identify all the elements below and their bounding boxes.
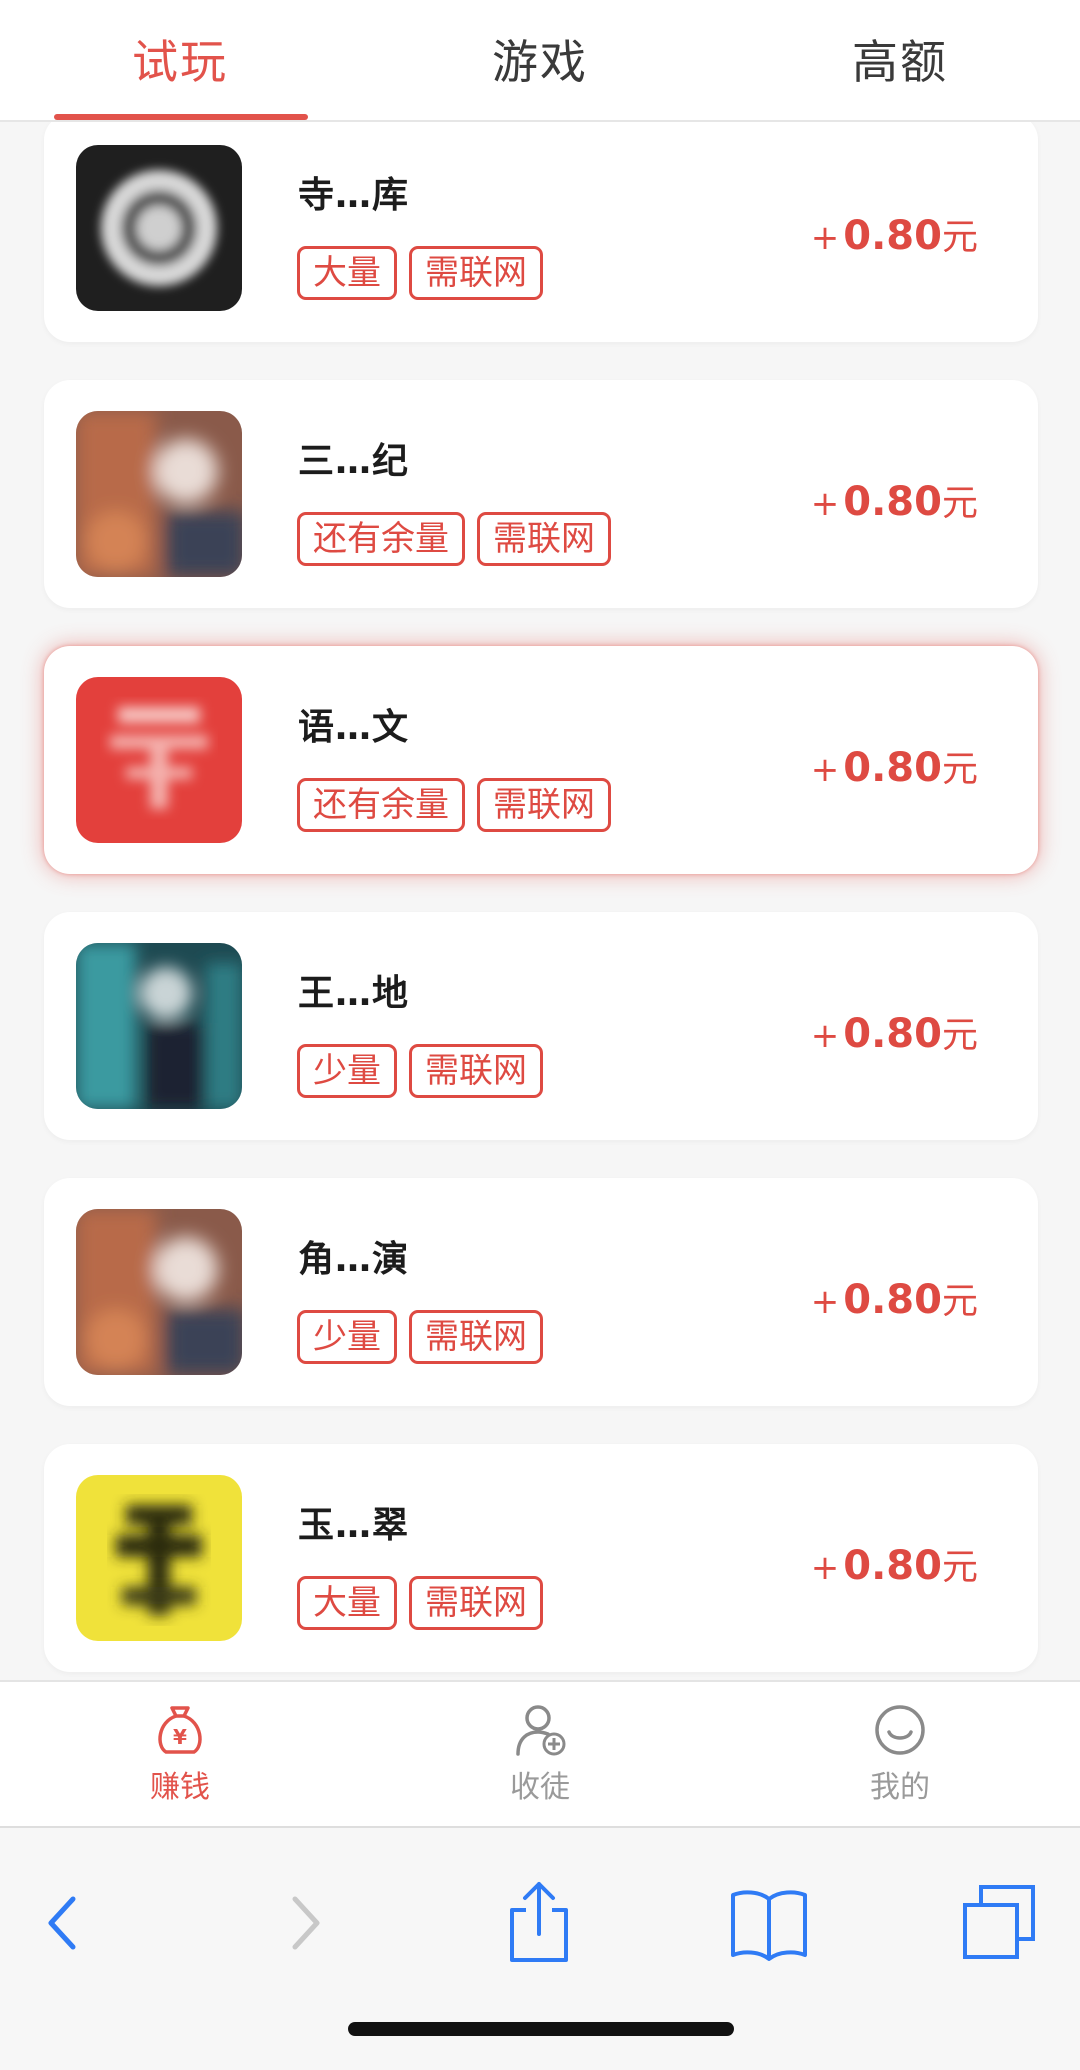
- nav-recruit[interactable]: 收徒: [440, 1702, 640, 1812]
- reward-prefix: +: [810, 1548, 840, 1588]
- app-name: 玉…翠: [298, 1505, 410, 1546]
- tag-network: 需联网: [477, 512, 611, 566]
- reward-value: 0.80: [843, 1543, 942, 1589]
- reward-prefix: +: [810, 484, 840, 524]
- reward-amount: + 0.80 元: [810, 474, 978, 525]
- reward-amount: + 0.80 元: [810, 1272, 978, 1323]
- tag-quantity: 大量: [297, 246, 397, 300]
- reward-value: 0.80: [843, 1277, 942, 1323]
- bookmarks-button[interactable]: [714, 1868, 824, 1978]
- task-card[interactable]: 角…演 少量 需联网 + 0.80 元: [44, 1178, 1038, 1406]
- svg-text:¥: ¥: [173, 1725, 187, 1749]
- reward-value: 0.80: [843, 1011, 942, 1057]
- share-icon: [510, 1882, 568, 1962]
- tag-network: 需联网: [409, 246, 543, 300]
- money-bag-icon: ¥: [158, 1706, 202, 1754]
- tag-group: 还有余量 需联网: [297, 778, 611, 832]
- reward-amount: + 0.80 元: [810, 1006, 978, 1057]
- task-card-highlighted[interactable]: 语…文 还有余量 需联网 + 0.80 元: [44, 646, 1038, 874]
- nav-mine[interactable]: 我的: [800, 1702, 1000, 1812]
- reward-unit: 元: [941, 483, 978, 524]
- reward-amount: + 0.80 元: [810, 208, 978, 259]
- tag-network: 需联网: [409, 1044, 543, 1098]
- reward-prefix: +: [810, 218, 840, 258]
- share-button[interactable]: [484, 1868, 594, 1978]
- reward-amount: + 0.80 元: [810, 1538, 978, 1589]
- red-logo-icon: [76, 677, 242, 843]
- app-name: 寺…库: [298, 175, 410, 216]
- reward-prefix: +: [810, 750, 840, 790]
- tag-group: 少量 需联网: [297, 1044, 543, 1098]
- tab-trial[interactable]: 试玩: [0, 0, 360, 118]
- tabs-button[interactable]: [944, 1868, 1054, 1978]
- reward-value: 0.80: [843, 213, 942, 259]
- tag-group: 还有余量 需联网: [297, 512, 611, 566]
- bookmarks-icon: [731, 1890, 807, 1961]
- reward-unit: 元: [941, 749, 978, 790]
- tag-network: 需联网: [409, 1576, 543, 1630]
- top-tab-bar: 试玩 游戏 高额: [0, 0, 1080, 122]
- tab-games[interactable]: 游戏: [360, 0, 720, 118]
- forward-icon: [292, 1896, 320, 1950]
- back-button[interactable]: [8, 1868, 118, 1978]
- back-icon: [48, 1896, 76, 1950]
- tag-quantity: 还有余量: [297, 512, 465, 566]
- app-name: 语…文: [298, 707, 410, 748]
- active-tab-indicator: [54, 114, 308, 120]
- tag-group: 大量 需联网: [297, 1576, 543, 1630]
- nav-earn[interactable]: ¥ 赚钱: [80, 1702, 280, 1812]
- reward-value: 0.80: [843, 479, 942, 525]
- tag-quantity: 少量: [297, 1310, 397, 1364]
- app-name: 三…纪: [298, 441, 410, 482]
- game-character-icon: [76, 1209, 242, 1375]
- reward-unit: 元: [941, 1281, 978, 1322]
- app-name: 角…演: [298, 1239, 410, 1280]
- nav-label-earn: 赚钱: [150, 1770, 210, 1805]
- reward-prefix: +: [810, 1016, 840, 1056]
- home-indicator: [348, 2022, 734, 2036]
- reward-unit: 元: [941, 1547, 978, 1588]
- tag-network: 需联网: [409, 1310, 543, 1364]
- task-card[interactable]: 三…纪 还有余量 需联网 + 0.80 元: [44, 380, 1038, 608]
- game-character-icon: [76, 411, 242, 577]
- tag-group: 大量 需联网: [297, 246, 543, 300]
- task-list[interactable]: 寺…库 大量 需联网 + 0.80 元 三…纪 还有余量 需联网 + 0.80 …: [0, 122, 1080, 1680]
- forward-button[interactable]: [250, 1868, 360, 1978]
- circle-logo-icon: [76, 145, 242, 311]
- tag-quantity: 还有余量: [297, 778, 465, 832]
- app-name: 王…地: [298, 973, 410, 1014]
- tab-high-value[interactable]: 高额: [720, 0, 1080, 118]
- yellow-logo-icon: [76, 1475, 242, 1641]
- tag-quantity: 大量: [297, 1576, 397, 1630]
- reward-unit: 元: [941, 1015, 978, 1056]
- tabs-icon: [963, 1885, 1035, 1959]
- nav-label-mine: 我的: [870, 1770, 930, 1805]
- add-user-icon: [516, 1705, 566, 1756]
- teal-character-icon: [76, 943, 242, 1109]
- nav-label-recruit: 收徒: [510, 1770, 570, 1805]
- reward-amount: + 0.80 元: [810, 740, 978, 791]
- tag-group: 少量 需联网: [297, 1310, 543, 1364]
- bottom-nav: ¥ 赚钱 收徒 我的: [0, 1680, 1080, 1828]
- task-card[interactable]: 寺…库 大量 需联网 + 0.80 元: [44, 122, 1038, 342]
- reward-prefix: +: [810, 1282, 840, 1322]
- reward-value: 0.80: [843, 745, 942, 791]
- tag-network: 需联网: [477, 778, 611, 832]
- task-card[interactable]: 玉…翠 大量 需联网 + 0.80 元: [44, 1444, 1038, 1672]
- reward-unit: 元: [941, 217, 978, 258]
- smiley-icon: [875, 1705, 925, 1755]
- task-card[interactable]: 王…地 少量 需联网 + 0.80 元: [44, 912, 1038, 1140]
- tag-quantity: 少量: [297, 1044, 397, 1098]
